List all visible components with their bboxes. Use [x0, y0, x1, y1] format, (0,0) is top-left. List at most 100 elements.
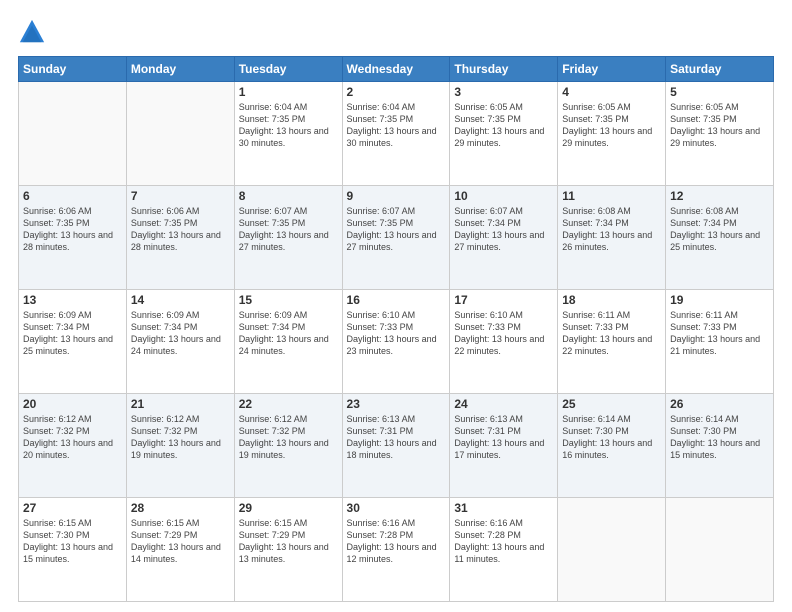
day-number: 8 — [239, 189, 338, 203]
calendar-week-4: 20 Sunrise: 6:12 AM Sunset: 7:32 PM Dayli… — [19, 394, 774, 498]
day-info: Sunrise: 6:04 AM Sunset: 7:35 PM Dayligh… — [239, 101, 338, 150]
day-number: 6 — [23, 189, 122, 203]
day-info: Sunrise: 6:06 AM Sunset: 7:35 PM Dayligh… — [131, 205, 230, 254]
logo — [18, 18, 50, 46]
calendar-cell: 18 Sunrise: 6:11 AM Sunset: 7:33 PM Dayli… — [558, 290, 666, 394]
calendar-cell: 11 Sunrise: 6:08 AM Sunset: 7:34 PM Dayli… — [558, 186, 666, 290]
day-info: Sunrise: 6:05 AM Sunset: 7:35 PM Dayligh… — [562, 101, 661, 150]
day-number: 11 — [562, 189, 661, 203]
calendar-cell: 13 Sunrise: 6:09 AM Sunset: 7:34 PM Dayli… — [19, 290, 127, 394]
day-number: 5 — [670, 85, 769, 99]
calendar-cell: 28 Sunrise: 6:15 AM Sunset: 7:29 PM Dayli… — [126, 498, 234, 602]
calendar-cell: 1Sunrise: 6:04 AM Sunset: 7:35 PM Daylig… — [234, 82, 342, 186]
calendar-cell — [666, 498, 774, 602]
day-number: 18 — [562, 293, 661, 307]
day-number: 13 — [23, 293, 122, 307]
calendar-cell: 17Sunrise: 6:10 AM Sunset: 7:33 PM Dayli… — [450, 290, 558, 394]
day-info: Sunrise: 6:12 AM Sunset: 7:32 PM Dayligh… — [131, 413, 230, 462]
day-info: Sunrise: 6:06 AM Sunset: 7:35 PM Dayligh… — [23, 205, 122, 254]
day-number: 16 — [347, 293, 446, 307]
day-info: Sunrise: 6:14 AM Sunset: 7:30 PM Dayligh… — [562, 413, 661, 462]
day-number: 15 — [239, 293, 338, 307]
calendar-cell: 23Sunrise: 6:13 AM Sunset: 7:31 PM Dayli… — [342, 394, 450, 498]
day-info: Sunrise: 6:09 AM Sunset: 7:34 PM Dayligh… — [131, 309, 230, 358]
calendar-cell: 8 Sunrise: 6:07 AM Sunset: 7:35 PM Daylig… — [234, 186, 342, 290]
day-info: Sunrise: 6:08 AM Sunset: 7:34 PM Dayligh… — [562, 205, 661, 254]
weekday-header-saturday: Saturday — [666, 57, 774, 82]
calendar-cell — [558, 498, 666, 602]
calendar-cell — [19, 82, 127, 186]
calendar-cell: 5 Sunrise: 6:05 AM Sunset: 7:35 PM Daylig… — [666, 82, 774, 186]
day-info: Sunrise: 6:07 AM Sunset: 7:35 PM Dayligh… — [239, 205, 338, 254]
weekday-header-thursday: Thursday — [450, 57, 558, 82]
calendar-cell: 14 Sunrise: 6:09 AM Sunset: 7:34 PM Dayli… — [126, 290, 234, 394]
day-info: Sunrise: 6:14 AM Sunset: 7:30 PM Dayligh… — [670, 413, 769, 462]
weekday-header-friday: Friday — [558, 57, 666, 82]
day-number: 21 — [131, 397, 230, 411]
day-number: 19 — [670, 293, 769, 307]
calendar-cell: 20 Sunrise: 6:12 AM Sunset: 7:32 PM Dayli… — [19, 394, 127, 498]
day-number: 27 — [23, 501, 122, 515]
day-number: 28 — [131, 501, 230, 515]
calendar-cell: 12Sunrise: 6:08 AM Sunset: 7:34 PM Dayli… — [666, 186, 774, 290]
day-number: 31 — [454, 501, 553, 515]
day-number: 4 — [562, 85, 661, 99]
page: SundayMondayTuesdayWednesdayThursdayFrid… — [0, 0, 792, 612]
day-number: 17 — [454, 293, 553, 307]
day-info: Sunrise: 6:09 AM Sunset: 7:34 PM Dayligh… — [23, 309, 122, 358]
day-number: 14 — [131, 293, 230, 307]
calendar-cell: 15 Sunrise: 6:09 AM Sunset: 7:34 PM Dayli… — [234, 290, 342, 394]
day-number: 20 — [23, 397, 122, 411]
day-number: 22 — [239, 397, 338, 411]
day-number: 30 — [347, 501, 446, 515]
day-number: 3 — [454, 85, 553, 99]
day-info: Sunrise: 6:12 AM Sunset: 7:32 PM Dayligh… — [23, 413, 122, 462]
day-info: Sunrise: 6:16 AM Sunset: 7:28 PM Dayligh… — [347, 517, 446, 566]
day-info: Sunrise: 6:15 AM Sunset: 7:29 PM Dayligh… — [131, 517, 230, 566]
calendar-week-5: 27Sunrise: 6:15 AM Sunset: 7:30 PM Dayli… — [19, 498, 774, 602]
calendar-cell: 21 Sunrise: 6:12 AM Sunset: 7:32 PM Dayli… — [126, 394, 234, 498]
day-number: 25 — [562, 397, 661, 411]
calendar-cell: 2Sunrise: 6:04 AM Sunset: 7:35 PM Daylig… — [342, 82, 450, 186]
day-info: Sunrise: 6:11 AM Sunset: 7:33 PM Dayligh… — [562, 309, 661, 358]
weekday-header-sunday: Sunday — [19, 57, 127, 82]
calendar-week-2: 6 Sunrise: 6:06 AM Sunset: 7:35 PM Daylig… — [19, 186, 774, 290]
calendar-cell: 27Sunrise: 6:15 AM Sunset: 7:30 PM Dayli… — [19, 498, 127, 602]
day-number: 10 — [454, 189, 553, 203]
calendar-cell: 29 Sunrise: 6:15 AM Sunset: 7:29 PM Dayli… — [234, 498, 342, 602]
calendar-cell: 9Sunrise: 6:07 AM Sunset: 7:35 PM Daylig… — [342, 186, 450, 290]
day-number: 2 — [347, 85, 446, 99]
day-info: Sunrise: 6:07 AM Sunset: 7:34 PM Dayligh… — [454, 205, 553, 254]
day-info: Sunrise: 6:07 AM Sunset: 7:35 PM Dayligh… — [347, 205, 446, 254]
weekday-header-wednesday: Wednesday — [342, 57, 450, 82]
header — [18, 18, 774, 46]
weekday-header-row: SundayMondayTuesdayWednesdayThursdayFrid… — [19, 57, 774, 82]
day-number: 24 — [454, 397, 553, 411]
day-info: Sunrise: 6:05 AM Sunset: 7:35 PM Dayligh… — [670, 101, 769, 150]
calendar-cell: 7 Sunrise: 6:06 AM Sunset: 7:35 PM Daylig… — [126, 186, 234, 290]
calendar-week-1: 1Sunrise: 6:04 AM Sunset: 7:35 PM Daylig… — [19, 82, 774, 186]
calendar-cell: 19 Sunrise: 6:11 AM Sunset: 7:33 PM Dayli… — [666, 290, 774, 394]
day-number: 26 — [670, 397, 769, 411]
calendar-cell: 30 Sunrise: 6:16 AM Sunset: 7:28 PM Dayli… — [342, 498, 450, 602]
calendar-cell: 10 Sunrise: 6:07 AM Sunset: 7:34 PM Dayli… — [450, 186, 558, 290]
day-info: Sunrise: 6:11 AM Sunset: 7:33 PM Dayligh… — [670, 309, 769, 358]
calendar-cell: 3 Sunrise: 6:05 AM Sunset: 7:35 PM Daylig… — [450, 82, 558, 186]
day-info: Sunrise: 6:05 AM Sunset: 7:35 PM Dayligh… — [454, 101, 553, 150]
day-info: Sunrise: 6:13 AM Sunset: 7:31 PM Dayligh… — [454, 413, 553, 462]
calendar-cell: 25 Sunrise: 6:14 AM Sunset: 7:30 PM Dayli… — [558, 394, 666, 498]
calendar-cell: 26 Sunrise: 6:14 AM Sunset: 7:30 PM Dayli… — [666, 394, 774, 498]
day-number: 23 — [347, 397, 446, 411]
weekday-header-tuesday: Tuesday — [234, 57, 342, 82]
day-info: Sunrise: 6:10 AM Sunset: 7:33 PM Dayligh… — [347, 309, 446, 358]
weekday-header-monday: Monday — [126, 57, 234, 82]
day-number: 29 — [239, 501, 338, 515]
day-info: Sunrise: 6:15 AM Sunset: 7:29 PM Dayligh… — [239, 517, 338, 566]
day-number: 7 — [131, 189, 230, 203]
day-info: Sunrise: 6:09 AM Sunset: 7:34 PM Dayligh… — [239, 309, 338, 358]
calendar-cell — [126, 82, 234, 186]
day-info: Sunrise: 6:16 AM Sunset: 7:28 PM Dayligh… — [454, 517, 553, 566]
calendar-cell: 16 Sunrise: 6:10 AM Sunset: 7:33 PM Dayli… — [342, 290, 450, 394]
calendar-cell: 22Sunrise: 6:12 AM Sunset: 7:32 PM Dayli… — [234, 394, 342, 498]
calendar-table: SundayMondayTuesdayWednesdayThursdayFrid… — [18, 56, 774, 602]
